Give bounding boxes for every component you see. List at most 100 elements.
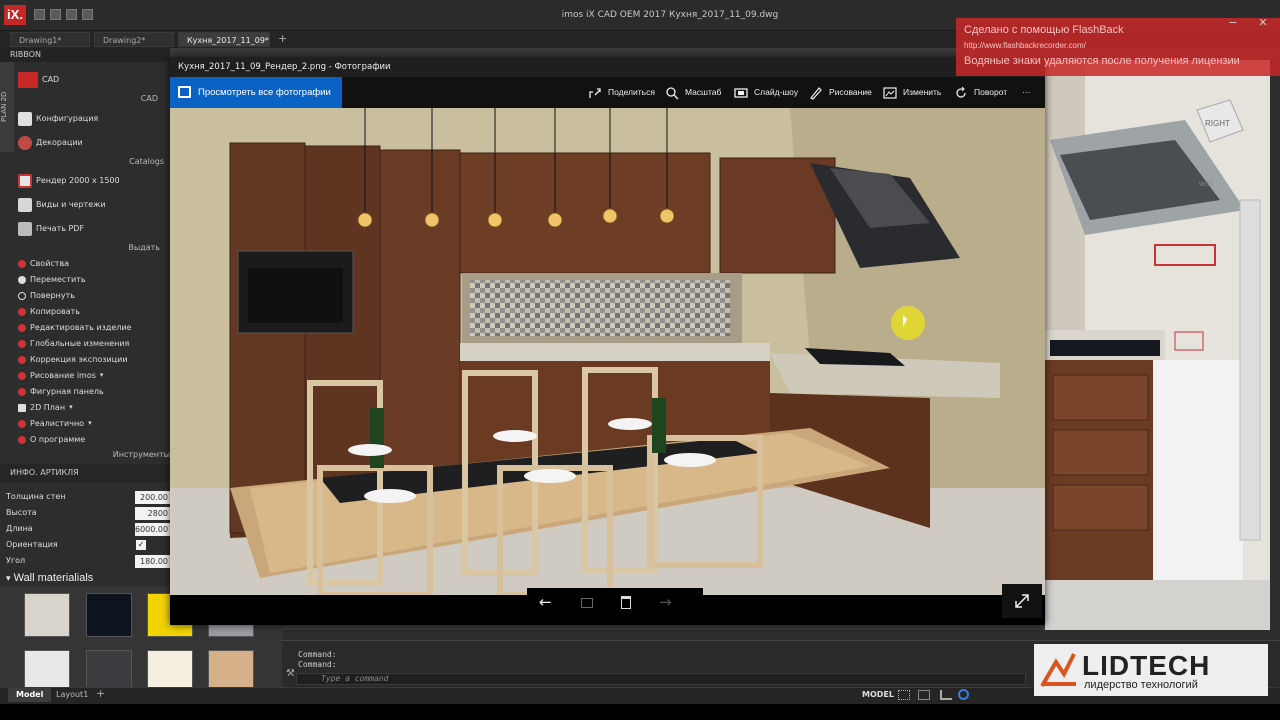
add-layout-icon[interactable]: + (96, 687, 105, 700)
tool-2d-plan[interactable]: 2D План ▾ (18, 400, 73, 415)
zoom-label: Масштаб (685, 87, 722, 97)
polar-icon[interactable] (958, 689, 969, 700)
tool-label: Глобальные изменения (30, 339, 130, 348)
tool-shaped-panel[interactable]: Фигурная панель (18, 384, 104, 399)
open-file-icon[interactable] (50, 9, 61, 20)
doc-tab-drawing2[interactable]: Drawing2* (94, 32, 174, 47)
material-swatch[interactable] (24, 593, 70, 637)
draw-button[interactable]: Рисование (809, 77, 872, 108)
views-icon (18, 198, 32, 212)
wall-materials-header[interactable]: ▾ Wall materialials (0, 570, 170, 586)
tool-global-changes[interactable]: Глобальные изменения (18, 336, 129, 351)
dropdown-arrow-icon: ▾ (99, 371, 104, 379)
tool-label: Переместить (30, 275, 86, 284)
article-info-header: ИНФО. АРТИКЛЯ (0, 464, 170, 482)
zoom-button[interactable]: Масштаб (665, 77, 721, 108)
tool-exposure[interactable]: Коррекция экспозиции (18, 352, 128, 367)
doc-tab-drawing1[interactable]: Drawing1* (10, 32, 90, 47)
ribbon-cad-button[interactable]: CAD (18, 72, 59, 88)
slideshow-icon (734, 87, 748, 98)
delete-icon[interactable] (621, 596, 631, 609)
ribbon-configuration-button[interactable]: Конфигурация (18, 111, 98, 127)
tool-properties[interactable]: Свойства (18, 256, 69, 271)
tool-copy[interactable]: Копировать (18, 304, 80, 319)
prop-value-field[interactable]: 6000.00 (135, 523, 170, 536)
minimize-icon[interactable]: − (1218, 14, 1248, 32)
plan-2d-tab[interactable]: PLAN 2D (0, 62, 14, 152)
prop-value-field[interactable]: 200.00 (135, 491, 170, 504)
add-tab-icon[interactable]: + (278, 32, 287, 45)
tool-label: Свойства (30, 259, 70, 268)
prop-value-field[interactable]: 2800 (135, 507, 170, 520)
wcs-label[interactable]: WCS (1199, 182, 1213, 188)
exposure-icon (18, 355, 26, 364)
ribbon-views-button[interactable]: Виды и чертежи (18, 197, 106, 213)
wrench-icon[interactable]: ⚒ (286, 668, 295, 679)
orientation-checkbox[interactable]: ✓ (136, 540, 146, 550)
tool-imos-drawing[interactable]: Рисование imos ▾ (18, 368, 103, 383)
views-label: Виды и чертежи (36, 200, 106, 209)
share-button[interactable]: Поделиться (588, 77, 655, 108)
new-file-icon[interactable] (34, 9, 45, 20)
model-space-toggle[interactable]: MODEL (862, 690, 894, 699)
more-options-button[interactable]: ··· (1022, 77, 1031, 108)
prop-label: Длина (6, 524, 33, 533)
tool-edit-product[interactable]: Редактировать изделие (18, 320, 132, 335)
wall-materials-label: Wall materialials (13, 572, 94, 584)
edit-button[interactable]: Изменить (883, 77, 941, 108)
watermark-line-2: http://www.flashbackrecorder.com/ (964, 41, 1086, 50)
grid-icon[interactable] (898, 690, 910, 700)
snap-icon[interactable] (918, 690, 930, 700)
tool-move[interactable]: Переместить (18, 272, 86, 287)
viewer-nav-bar (527, 588, 703, 618)
section-tools: Инструменты (112, 450, 170, 459)
more-icon: ··· (1022, 87, 1031, 97)
previous-arrow-icon[interactable]: ← (539, 593, 552, 611)
ribbon-render-button[interactable]: Рендер 2000 x 1500 (18, 173, 120, 189)
viewcube-face-label[interactable]: RIGHT (1205, 119, 1230, 128)
tool-label: 2D План (30, 403, 66, 412)
save-icon[interactable] (66, 9, 77, 20)
edit-label: Изменить (903, 87, 942, 97)
tool-realistic[interactable]: Реалистично ▾ (18, 416, 92, 431)
horizontal-scrollbar[interactable] (282, 630, 1280, 640)
vertical-scrollbar[interactable] (1270, 60, 1280, 630)
close-icon[interactable]: ✕ (1248, 14, 1278, 32)
app-logo[interactable]: iX. (4, 5, 26, 25)
doc-tab-kitchen[interactable]: Кухня_2017_11_09* (178, 32, 270, 47)
print-pdf-label: Печать PDF (36, 224, 85, 233)
lidtech-tagline: лидерство технологий (1084, 679, 1198, 691)
tool-label: Фигурная панель (30, 387, 104, 396)
rotate-icon (18, 291, 26, 300)
tab-model[interactable]: Model (8, 688, 52, 702)
bottom-strip (0, 704, 1280, 720)
prop-label: Ориентация (6, 540, 58, 549)
collapse-icon: ▾ (6, 573, 11, 583)
ribbon-print-pdf-button[interactable]: Печать PDF (18, 221, 84, 237)
command-input[interactable]: Type a command (296, 673, 1026, 685)
kitchen-render-photo[interactable] (170, 108, 1045, 595)
tool-label: Реалистично (30, 419, 85, 428)
tool-rotate[interactable]: Повернуть (18, 288, 75, 303)
section-output: Выдать (128, 243, 160, 252)
view-all-photos-button[interactable]: Просмотреть все фотографии (170, 77, 342, 108)
material-swatch[interactable] (86, 593, 132, 637)
prop-value-field[interactable]: 180.00 (135, 555, 170, 568)
zoom-icon (666, 86, 679, 99)
fullscreen-button[interactable] (1002, 584, 1042, 618)
crop-icon[interactable] (581, 598, 593, 608)
prop-label: Толщина стен (6, 492, 66, 501)
prop-row-length: Длина 6000.00 (0, 521, 170, 537)
ortho-icon[interactable] (940, 690, 952, 700)
tool-label: Копировать (30, 307, 80, 316)
2d-plan-icon (18, 403, 26, 412)
ribbon-decorations-button[interactable]: Декорации (18, 135, 83, 151)
prop-label: Высота (6, 508, 37, 517)
slideshow-button[interactable]: Слайд-шоу (734, 77, 798, 108)
lidtech-name: LIDTECH (1082, 650, 1211, 681)
rotate-button[interactable]: Поворот (954, 77, 1007, 108)
print-icon[interactable] (82, 9, 93, 20)
tool-about[interactable]: О программе (18, 432, 85, 447)
tab-layout1[interactable]: Layout1 (48, 688, 96, 702)
section-catalogs: Catalogs (129, 157, 164, 166)
